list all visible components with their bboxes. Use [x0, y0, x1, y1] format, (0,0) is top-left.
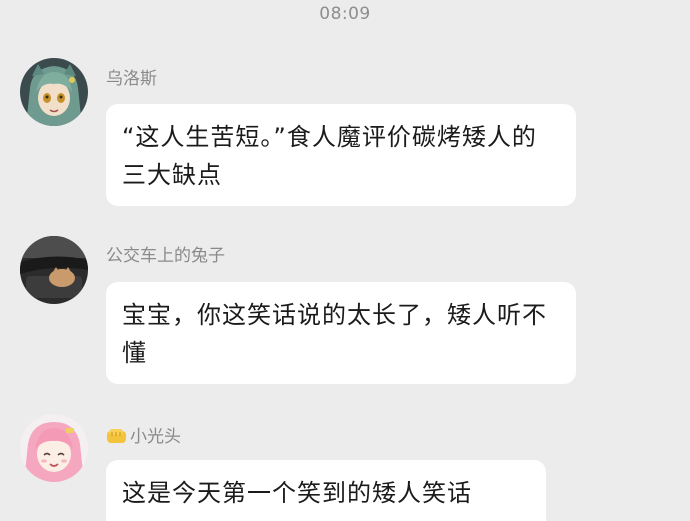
- yellow-fist-emoji-icon: [107, 429, 126, 443]
- message-bubble[interactable]: 宝宝，你这笑话说的太长了，矮人听不懂: [106, 282, 576, 384]
- sender-name: 乌洛斯: [106, 69, 157, 89]
- anime-girl-pink-hair-avatar: [20, 414, 88, 482]
- sender-name: 小光头: [106, 422, 181, 447]
- message-timestamp: 08:09: [319, 4, 371, 24]
- message-bubble[interactable]: “这人生苦短。”食人魔评价碳烤矮人的三大缺点: [106, 104, 576, 206]
- avatar[interactable]: [20, 414, 88, 482]
- avatar[interactable]: [20, 236, 88, 304]
- message-bubble[interactable]: 这是今天第一个笑到的矮人笑话: [106, 460, 546, 521]
- message-text: 宝宝，你这笑话说的太长了，矮人听不懂: [122, 301, 547, 367]
- sender-name-text: 小光头: [130, 427, 181, 447]
- anime-girl-green-hair-avatar: [20, 58, 88, 126]
- sender-name: 公交车上的兔子: [106, 246, 225, 266]
- chat-screen: 08:09 乌洛斯 “这人生苦短。”食人魔评价碳烤矮人的三大缺点 公交车上的兔子…: [0, 0, 690, 521]
- message-text: “这人生苦短。”食人魔评价碳烤矮人的三大缺点: [122, 123, 537, 189]
- message-text: 这是今天第一个笑到的矮人笑话: [122, 479, 472, 507]
- photo-avatar: [20, 236, 88, 304]
- avatar[interactable]: [20, 58, 88, 126]
